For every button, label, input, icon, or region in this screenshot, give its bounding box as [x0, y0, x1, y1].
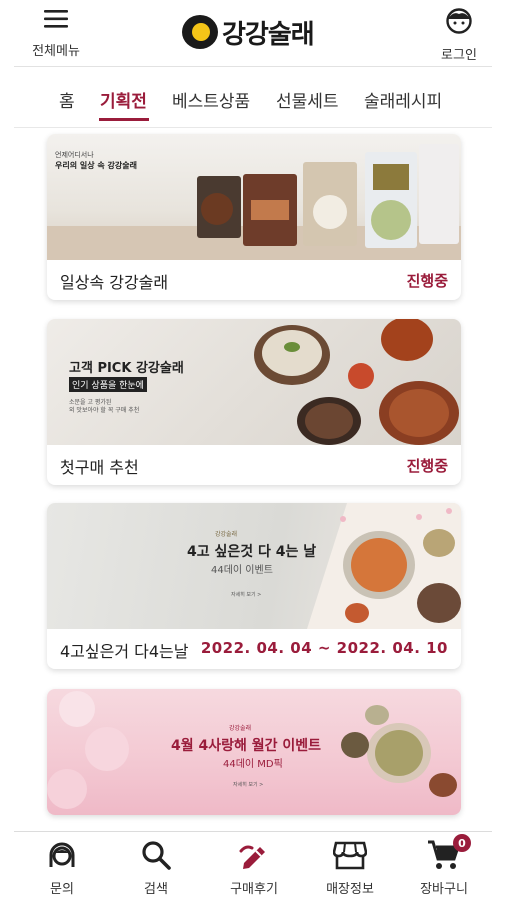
banner-headline: 고객 PICK 강강술래 [69, 361, 184, 376]
promo-card[interactable]: 언제어디서나 우리의 일상 속 강강술래 일상속 강강술래 진행중 [47, 134, 461, 300]
banner-subhead: 44데이 MD픽 [223, 759, 283, 770]
nav-review-label: 구매후기 [230, 882, 278, 897]
nav-store-label: 매장정보 [326, 882, 374, 897]
banner-cta: 자세히 보기 > [231, 592, 262, 598]
status-badge: 진행중 [406, 272, 448, 290]
store-icon [333, 838, 367, 872]
card-title: 첫구매 추천 [60, 458, 139, 477]
promo-card[interactable]: 고객 PICK 강강술래 인기 상품을 한눈에 소문을 고 평가된 외 맛보아야… [47, 319, 461, 485]
nav-search-label: 검색 [144, 882, 168, 897]
promo-card[interactable]: 강강술래 4고 싶은것 다 4는 날 44데이 이벤트 자세히 보기 > 4고싶… [47, 503, 461, 669]
logo-text: 강강술래 [222, 19, 315, 50]
cart-count-badge: 0 [453, 834, 471, 852]
brand-logo[interactable]: 강강술래 [180, 10, 330, 54]
login-label: 로그인 [441, 48, 477, 63]
banner-line-1: 언제어디서나 [55, 151, 94, 159]
card-title: 일상속 강강술래 [60, 273, 169, 292]
status-badge: 진행중 [406, 457, 448, 475]
promo-banner-image: 고객 PICK 강강술래 인기 상품을 한눈에 소문을 고 평가된 외 맛보아야… [47, 319, 461, 445]
category-tabs: 홈 기획전 베스트상품 선물세트 술래레시피 [0, 67, 506, 127]
nav-review[interactable]: 구매후기 [214, 838, 294, 898]
banner-line-4: 외 맛보아야 할 꼭 구매 추천 [69, 407, 140, 414]
nav-cart[interactable]: 0 장바구니 [404, 834, 484, 898]
banner-headline: 4고 싶은것 다 4는 날 [187, 544, 317, 560]
inquiry-icon [45, 838, 79, 872]
menu-button[interactable]: 전체메뉴 [21, 8, 91, 62]
user-face-icon [444, 8, 474, 38]
tab-exhibition[interactable]: 기획전 [100, 87, 147, 112]
menu-label: 전체메뉴 [32, 44, 80, 59]
search-icon [139, 838, 173, 872]
egg-logo-icon [180, 12, 220, 52]
tab-best-products[interactable]: 베스트상품 [172, 87, 250, 112]
tab-recipes[interactable]: 술래레시피 [364, 87, 442, 112]
promo-banner-image: 강강술래 4월 4사랑해 월간 이벤트 44데이 MD픽 자세히 보기 > [47, 689, 461, 815]
active-tab-indicator [99, 118, 149, 121]
banner-subhead: 인기 상품을 한눈에 [69, 377, 147, 392]
promo-banner-image: 언제어디서나 우리의 일상 속 강강술래 [47, 134, 461, 260]
banner-tag: 강강술래 [229, 725, 252, 732]
tab-home[interactable]: 홈 [59, 87, 75, 112]
bottom-navigation: 문의 검색 구매후기 매장정보 0 장바구니 [0, 832, 506, 900]
nav-cart-label: 장바구니 [420, 882, 468, 897]
banner-subhead: 44데이 이벤트 [211, 565, 273, 576]
nav-inquiry-label: 문의 [50, 882, 74, 897]
nav-inquiry[interactable]: 문의 [22, 838, 102, 898]
cart-icon: 0 [427, 834, 471, 872]
promo-card[interactable]: 강강술래 4월 4사랑해 월간 이벤트 44데이 MD픽 자세히 보기 > [47, 689, 461, 815]
banner-tag: 강강술래 [215, 531, 238, 538]
hamburger-icon [43, 8, 69, 34]
nav-search[interactable]: 검색 [116, 838, 196, 898]
login-button[interactable]: 로그인 [424, 8, 494, 63]
event-date-range: 2022. 04. 04 ~ 2022. 04. 10 [200, 639, 448, 657]
banner-headline: 4월 4사랑해 월간 이벤트 [171, 738, 322, 754]
banner-line-2: 우리의 일상 속 강강술래 [55, 161, 137, 170]
tabs-divider [14, 127, 492, 128]
nav-store-info[interactable]: 매장정보 [310, 838, 390, 898]
tab-gift-sets[interactable]: 선물세트 [276, 87, 339, 112]
app-header: 전체메뉴 강강술래 로그인 [0, 0, 506, 66]
banner-cta: 자세히 보기 > [233, 782, 264, 788]
review-pen-icon [237, 838, 271, 872]
promo-banner-image: 강강술래 4고 싶은것 다 4는 날 44데이 이벤트 자세히 보기 > [47, 503, 461, 629]
card-title: 4고싶은거 다4는날 [60, 642, 189, 661]
